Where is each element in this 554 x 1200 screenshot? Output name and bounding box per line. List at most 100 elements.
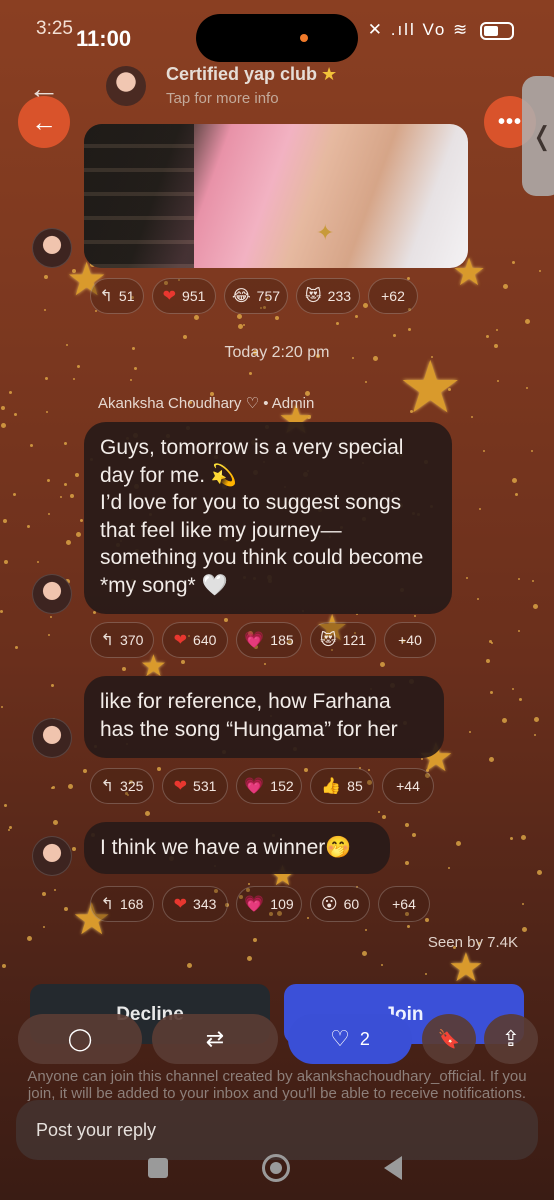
message-bubble[interactable]: I think we have a winner🤭 xyxy=(84,822,390,874)
reaction-count: 60 xyxy=(343,896,360,912)
reply-icon: ↰ xyxy=(99,288,113,305)
surprised-face-reaction[interactable]: 😮 60 xyxy=(310,886,370,922)
pendant-icon: ✦ xyxy=(316,220,335,245)
side-panel-handle[interactable]: ❬ xyxy=(522,76,554,196)
comment-icon: ◯ xyxy=(67,1026,93,1051)
thumbs-up-reaction[interactable]: 👍 85 xyxy=(310,768,374,804)
pink-heart-icon: 💗 xyxy=(244,778,265,795)
red-heart-reaction[interactable]: ❤ 343 xyxy=(162,886,228,922)
message-bubble[interactable]: Guys, tomorrow is a very special day for… xyxy=(84,422,452,614)
channel-title[interactable]: Certified yap club ★ xyxy=(166,64,337,85)
avatar[interactable] xyxy=(32,228,72,268)
reply-reaction[interactable]: ↰ 370 xyxy=(90,622,154,658)
reaction-count: 640 xyxy=(193,632,217,648)
heart-eyes-cat-reaction[interactable]: 😻 121 xyxy=(310,622,376,658)
reaction-count: 185 xyxy=(270,632,294,648)
image-background-detail xyxy=(84,124,194,268)
reaction-count: 951 xyxy=(182,288,206,304)
reaction-count: 531 xyxy=(193,778,217,794)
recents-icon[interactable] xyxy=(148,1158,168,1178)
reply-reaction[interactable]: ↰ 325 xyxy=(90,768,154,804)
bookmark-icon: 🔖 xyxy=(437,1028,461,1049)
share-button[interactable]: ⇪ xyxy=(484,1014,538,1064)
reaction-count: 109 xyxy=(270,896,294,912)
comment-button[interactable]: ◯ xyxy=(18,1014,142,1064)
status-bar: 3:25 11:00 ✕ .ıll Vo ≋ xyxy=(0,0,554,64)
reply-reaction[interactable]: ↰ 168 xyxy=(90,886,154,922)
reaction-count: 121 xyxy=(342,632,367,648)
more-reactions[interactable]: +44 xyxy=(382,768,434,804)
pink-heart-reaction[interactable]: 💗 185 xyxy=(236,622,302,658)
red-heart-icon: ❤ xyxy=(173,896,188,913)
back-nav-icon[interactable] xyxy=(384,1156,402,1180)
media-image[interactable]: ✦ xyxy=(84,124,468,268)
surprised-face-icon: 😮 xyxy=(320,896,338,913)
red-heart-icon: ❤ xyxy=(173,778,188,795)
channel-title-text: Certified yap club xyxy=(166,64,318,84)
pink-heart-reaction[interactable]: 💗 152 xyxy=(236,768,302,804)
reaction-count: 757 xyxy=(256,288,281,304)
like-button[interactable]: ♡ 2 xyxy=(288,1014,412,1064)
back-button[interactable]: ← xyxy=(18,96,70,148)
reply-icon: ↰ xyxy=(100,632,115,649)
heart-eyes-cat-reaction[interactable]: 😻 233 xyxy=(296,278,360,314)
seen-count: Seen by 7.4K xyxy=(427,934,518,951)
share-icon: ⇪ xyxy=(501,1026,521,1051)
like-count: 2 xyxy=(359,1028,370,1049)
reply-input[interactable]: Post your reply xyxy=(16,1100,538,1160)
reaction-count: 168 xyxy=(120,896,144,912)
reaction-count: +62 xyxy=(381,288,405,304)
reaction-count: +44 xyxy=(396,778,420,794)
more-reactions[interactable]: +62 xyxy=(368,278,418,314)
reaction-count: +40 xyxy=(398,632,422,648)
red-heart-reaction[interactable]: ❤ 951 xyxy=(152,278,216,314)
more-reactions[interactable]: +64 xyxy=(378,886,430,922)
avatar[interactable] xyxy=(32,718,72,758)
status-icons: ✕ .ıll Vo ≋ xyxy=(368,20,514,40)
red-heart-reaction[interactable]: ❤ 640 xyxy=(162,622,228,658)
avatar[interactable] xyxy=(32,836,72,876)
status-small-time: 3:25 xyxy=(36,18,73,39)
reaction-count: 152 xyxy=(270,778,294,794)
message-bubble[interactable]: like for reference, how Farhana has the … xyxy=(84,676,444,758)
avatar[interactable] xyxy=(32,574,72,614)
bookmark-button[interactable]: 🔖 xyxy=(422,1014,476,1064)
channel-subtitle[interactable]: Tap for more info xyxy=(166,90,279,107)
reaction-count: 85 xyxy=(347,778,363,794)
red-heart-icon: ❤ xyxy=(173,632,188,649)
reaction-count: 233 xyxy=(327,288,352,304)
laughing-reaction[interactable]: 😂 757 xyxy=(224,278,288,314)
pink-heart-icon: 💗 xyxy=(244,896,265,913)
reply-icon: ↰ xyxy=(100,896,115,913)
heart-eyes-cat-icon: 😻 xyxy=(319,632,337,649)
reply-reaction[interactable]: ↰ 51 xyxy=(90,278,144,314)
reactions-row: ↰ 168 ❤ 343 💗 109 😮 60 +64 xyxy=(90,886,430,922)
heart-eyes-cat-icon: 😻 xyxy=(304,288,322,305)
reactions-row: ↰ 370 ❤ 640 💗 185 😻 121 +40 xyxy=(90,622,436,658)
reaction-count: 343 xyxy=(193,896,217,912)
reaction-count: 325 xyxy=(120,778,144,794)
status-time: 11:00 xyxy=(76,26,132,51)
channel-notice: Anyone can join this channel created by … xyxy=(27,1068,527,1102)
red-heart-icon: ❤ xyxy=(162,288,177,305)
pink-heart-icon: 💗 xyxy=(244,632,265,649)
more-reactions[interactable]: +40 xyxy=(384,622,436,658)
heart-icon: ♡ xyxy=(330,1026,350,1051)
reaction-count: +64 xyxy=(392,896,416,912)
pink-heart-reaction[interactable]: 💗 109 xyxy=(236,886,302,922)
home-icon[interactable] xyxy=(262,1154,290,1182)
repost-button[interactable]: ⇄ xyxy=(152,1014,278,1064)
reaction-count: 370 xyxy=(120,632,144,648)
reply-icon: ↰ xyxy=(100,778,115,795)
recording-dot-icon xyxy=(300,34,308,42)
red-heart-reaction[interactable]: ❤ 531 xyxy=(162,768,228,804)
reactions-row: ↰ 51 ❤ 951 😂 757 😻 233 +62 xyxy=(90,278,418,314)
signal-wifi-icons: ✕ .ıll Vo ≋ xyxy=(367,20,470,39)
sender-name[interactable]: Akanksha Choudhary ♡ • Admin xyxy=(98,394,314,412)
repost-icon: ⇄ xyxy=(205,1026,225,1051)
date-separator: Today 2:20 pm xyxy=(224,344,330,361)
laughing-icon: 😂 xyxy=(231,288,251,305)
channel-avatar[interactable] xyxy=(106,66,146,106)
system-navigation-bar xyxy=(0,1154,554,1184)
dynamic-island xyxy=(196,14,358,62)
